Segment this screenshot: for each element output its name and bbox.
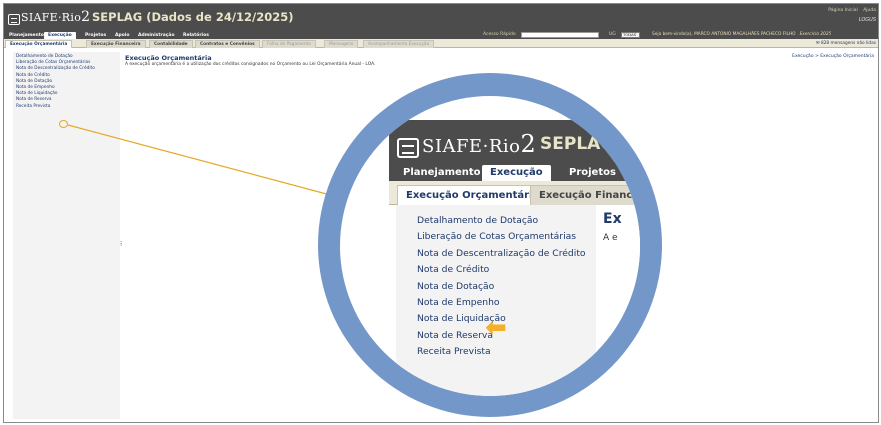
zoom-sub-nav: Execução Orçamentária Execução Financ [389, 181, 640, 205]
zoom-sidebar-item: Detalhamento de Dotação [417, 215, 539, 226]
zoom-page-title: Ex [603, 211, 622, 227]
zoom-tab-execucao-orcamentaria: Execução Orçamentária [397, 185, 549, 205]
zoom-logo: SIAFE·Rio2 [397, 130, 536, 158]
zoom-tab-execucao-financeira: Execução Financ [530, 185, 640, 205]
zoom-org-title: SEPLAG (Dados de 24/12/2025) [540, 134, 640, 154]
zoom-logo-text: SIAFE·Rio2 [422, 130, 537, 158]
zoom-sidebar-item: Nota de Dotação [417, 280, 495, 292]
zoom-sidebar-item: Nota de Crédito [417, 264, 490, 276]
zoom-main-nav: Planejamento Execução Projetos [389, 162, 640, 181]
zoom-sidebar-item: Nota de Empenho [417, 297, 500, 309]
zoom-nav-planejamento: Planejamento [403, 167, 481, 178]
arrow-left-icon: ⬅ [485, 313, 507, 343]
zoom-nav-projetos: Projetos [569, 167, 616, 178]
zoom-sidebar-item: Nota de Descentralização de Crédito [417, 247, 586, 259]
zoom-logo-icon [397, 138, 419, 158]
magnifier-lens: SIAFE·Rio2 SEPLAG (Dados de 24/12/2025) … [340, 96, 640, 396]
zoom-sidebar: Detalhamento de Dotação Liberação de Cot… [396, 205, 596, 396]
zoom-sidebar-item: Liberação de Cotas Orçamentárias [417, 231, 577, 243]
connector-path [67, 124, 335, 197]
zoom-nav-execucao: Execução [482, 165, 551, 181]
zoomed-view: SIAFE·Rio2 SEPLAG (Dados de 24/12/2025) … [389, 96, 640, 396]
zoom-sidebar-item: Receita Prevista [417, 346, 491, 358]
zoom-page-description: A e [603, 233, 618, 243]
zoom-content: Ex A e [596, 205, 640, 396]
